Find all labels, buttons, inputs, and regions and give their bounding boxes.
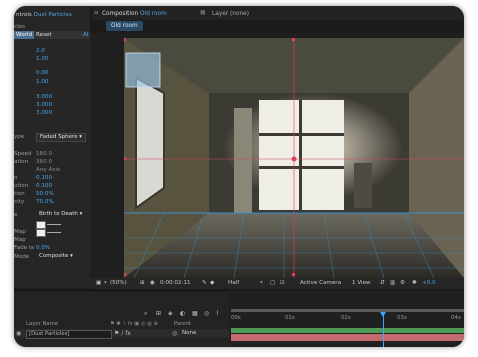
param-row[interactable]: Any Axis <box>14 166 90 174</box>
shape-dropdown[interactable]: Faded Sphere ▾ <box>36 133 87 142</box>
playhead-line[interactable] <box>383 312 384 347</box>
layer-panel-icon: ■ <box>200 10 206 16</box>
flowchart-icon[interactable]: ⚙ <box>400 278 405 289</box>
composition-panel-header: ≡ Composition Old room ■ Layer (none) <box>92 6 464 20</box>
param-row[interactable]: tion 50.0% <box>14 190 90 198</box>
mode-row: Mode Composite ▾ <box>14 253 90 261</box>
lifecycle-row: e Birth to Death ▾ <box>14 211 90 219</box>
viewer-toolbar: ▣ ▾ (50%) ⊞ ◉ 0:00:02:11 ✎ ◆ Half ▾ ▢ ⊡ … <box>90 278 464 289</box>
grid-icon[interactable]: ⊞ <box>140 278 145 289</box>
layer-switches[interactable]: ⚑ ∕ fx <box>114 329 131 338</box>
snapshot-icon[interactable]: ✎ <box>202 278 207 289</box>
param-row[interactable]: 3.000 <box>14 101 90 109</box>
camera-view-dropdown[interactable]: Active Camera <box>300 278 341 289</box>
reset-button[interactable]: Reset <box>36 31 52 39</box>
color-row: Map <box>14 228 90 237</box>
chevron-down-icon: ▾ <box>104 280 107 286</box>
track-bar-video[interactable] <box>231 328 464 333</box>
brainstorm-icon[interactable]: ◎ <box>204 310 209 317</box>
switches-icons: ⚑ ✱ ∖ fx ▣ ◎ ◍ ⊕ <box>110 321 159 327</box>
frame-blend-icon[interactable]: ▦ <box>192 310 198 317</box>
effect-header-row: World Reset Al <box>14 31 90 39</box>
fast-preview-icon[interactable]: ⇵ <box>380 278 385 289</box>
gradient-arrow-icon <box>47 232 61 233</box>
old-room-image <box>124 38 464 278</box>
zoom-dropdown[interactable]: (50%) <box>110 278 127 289</box>
graph-editor-icon[interactable]: ◈ <box>168 310 173 317</box>
param-row[interactable]: 1.00 <box>14 78 90 86</box>
timeline-tracks[interactable]: 00s 01s 02s 03s 04s <box>229 290 464 347</box>
param-row[interactable]: ution 0.100 <box>14 182 90 190</box>
layer-duration-bar[interactable] <box>231 334 464 341</box>
column-layer-name[interactable]: Layer Name <box>26 320 58 328</box>
pickwhip-icon[interactable]: ◎ <box>172 329 177 338</box>
effect-controls-tab-label: ntrols <box>16 12 32 18</box>
composition-panel-title[interactable]: Composition Old room <box>102 11 167 17</box>
param-row[interactable]: 3.000 <box>14 109 90 117</box>
views-dropdown[interactable]: 1 View <box>352 278 371 289</box>
timecode[interactable]: 0:00:02:11 <box>160 278 191 289</box>
motion-blur-icon[interactable]: ◐ <box>180 310 185 317</box>
time-ruler[interactable]: 00s 01s 02s 03s 04s <box>229 315 464 325</box>
table-row[interactable]: ◉ [Dust Particles] ⚑ ∕ fx ◎ None <box>14 329 229 339</box>
effect-controls-panel: ntrols Dust Particles cles World Reset A… <box>14 6 90 288</box>
effect-controls-layer-name: Dust Particles <box>33 12 72 18</box>
magnification-icon[interactable]: ▣ <box>96 278 101 289</box>
shape-row: ype Faded Sphere ▾ <box>14 133 90 142</box>
exposure-value[interactable]: +0.0 <box>422 278 436 289</box>
camera-icon[interactable]: ◉ <box>150 278 155 289</box>
tab-old-room[interactable]: Old room <box>106 21 143 31</box>
color-row <box>14 220 90 229</box>
work-area-bar[interactable] <box>231 309 464 312</box>
param-row[interactable]: ation 360.0 <box>14 158 90 166</box>
parent-dropdown[interactable]: None <box>182 329 196 338</box>
param-row[interactable]: Speed 180.0 <box>14 150 90 158</box>
param-row[interactable]: 2.0 <box>14 47 90 55</box>
chart-icon[interactable]: ⌇ <box>216 310 219 317</box>
resolution-dropdown[interactable]: Half <box>228 278 239 289</box>
param-row[interactable]: Fade Ia 0.0% <box>14 244 90 252</box>
layer-list: ⌕ ⊞ ◈ ◐ ▦ ◎ ⌇ Layer Name ⚑ ✱ ∖ fx ▣ ◎ ◍ … <box>14 290 229 347</box>
layer-name-field[interactable]: [Dust Particles] <box>26 330 112 339</box>
eye-icon[interactable]: ◉ <box>16 329 21 338</box>
effect-subtitle: cles <box>14 24 25 30</box>
search-icon[interactable]: ⌕ <box>144 310 147 318</box>
param-row[interactable]: n 0.100 <box>14 174 90 182</box>
param-row[interactable]: 1.00 <box>14 55 90 63</box>
timeline-panel: ⌕ ⊞ ◈ ◐ ▦ ◎ ⌇ Layer Name ⚑ ✱ ∖ fx ▣ ◎ ◍ … <box>14 290 464 347</box>
blend-mode-dropdown[interactable]: Composite ▾ <box>36 253 76 260</box>
param-row[interactable]: city 75.0% <box>14 198 90 206</box>
transparency-grid-icon[interactable]: ⊡ <box>280 278 285 289</box>
scene-svg <box>124 38 464 278</box>
param-row[interactable]: 3.000 <box>14 93 90 101</box>
column-parent[interactable]: Parent <box>174 320 191 328</box>
composition-viewer[interactable] <box>90 33 464 278</box>
effect-controls-tab[interactable]: ntrols Dust Particles <box>16 12 72 18</box>
playhead-handle[interactable] <box>380 312 386 317</box>
chevron-down-icon: ▾ <box>260 280 263 286</box>
world-button[interactable]: World <box>14 31 35 39</box>
map-row: Map <box>14 237 26 243</box>
layer-panel-title[interactable]: Layer (none) <box>212 11 249 17</box>
toggle-mask-icon[interactable]: ▥ <box>390 278 395 289</box>
timeline-column-header: Layer Name ⚑ ✱ ∖ fx ▣ ◎ ◍ ⊕ Parent <box>14 320 229 328</box>
lifecycle-dropdown[interactable]: Birth to Death ▾ <box>36 211 85 218</box>
roi-icon[interactable]: ▢ <box>270 278 275 289</box>
gradient-arrow-icon <box>47 224 61 225</box>
panel-menu-icon[interactable]: ≡ <box>94 10 99 16</box>
reset-exposure-icon[interactable]: ✺ <box>412 278 417 289</box>
comp-icon[interactable]: ⊞ <box>156 310 161 317</box>
about-button[interactable]: Al <box>83 31 88 39</box>
param-row[interactable]: 0.00 <box>14 69 90 77</box>
app-window: ntrols Dust Particles cles World Reset A… <box>14 6 464 347</box>
show-channel-icon[interactable]: ◆ <box>210 278 214 289</box>
